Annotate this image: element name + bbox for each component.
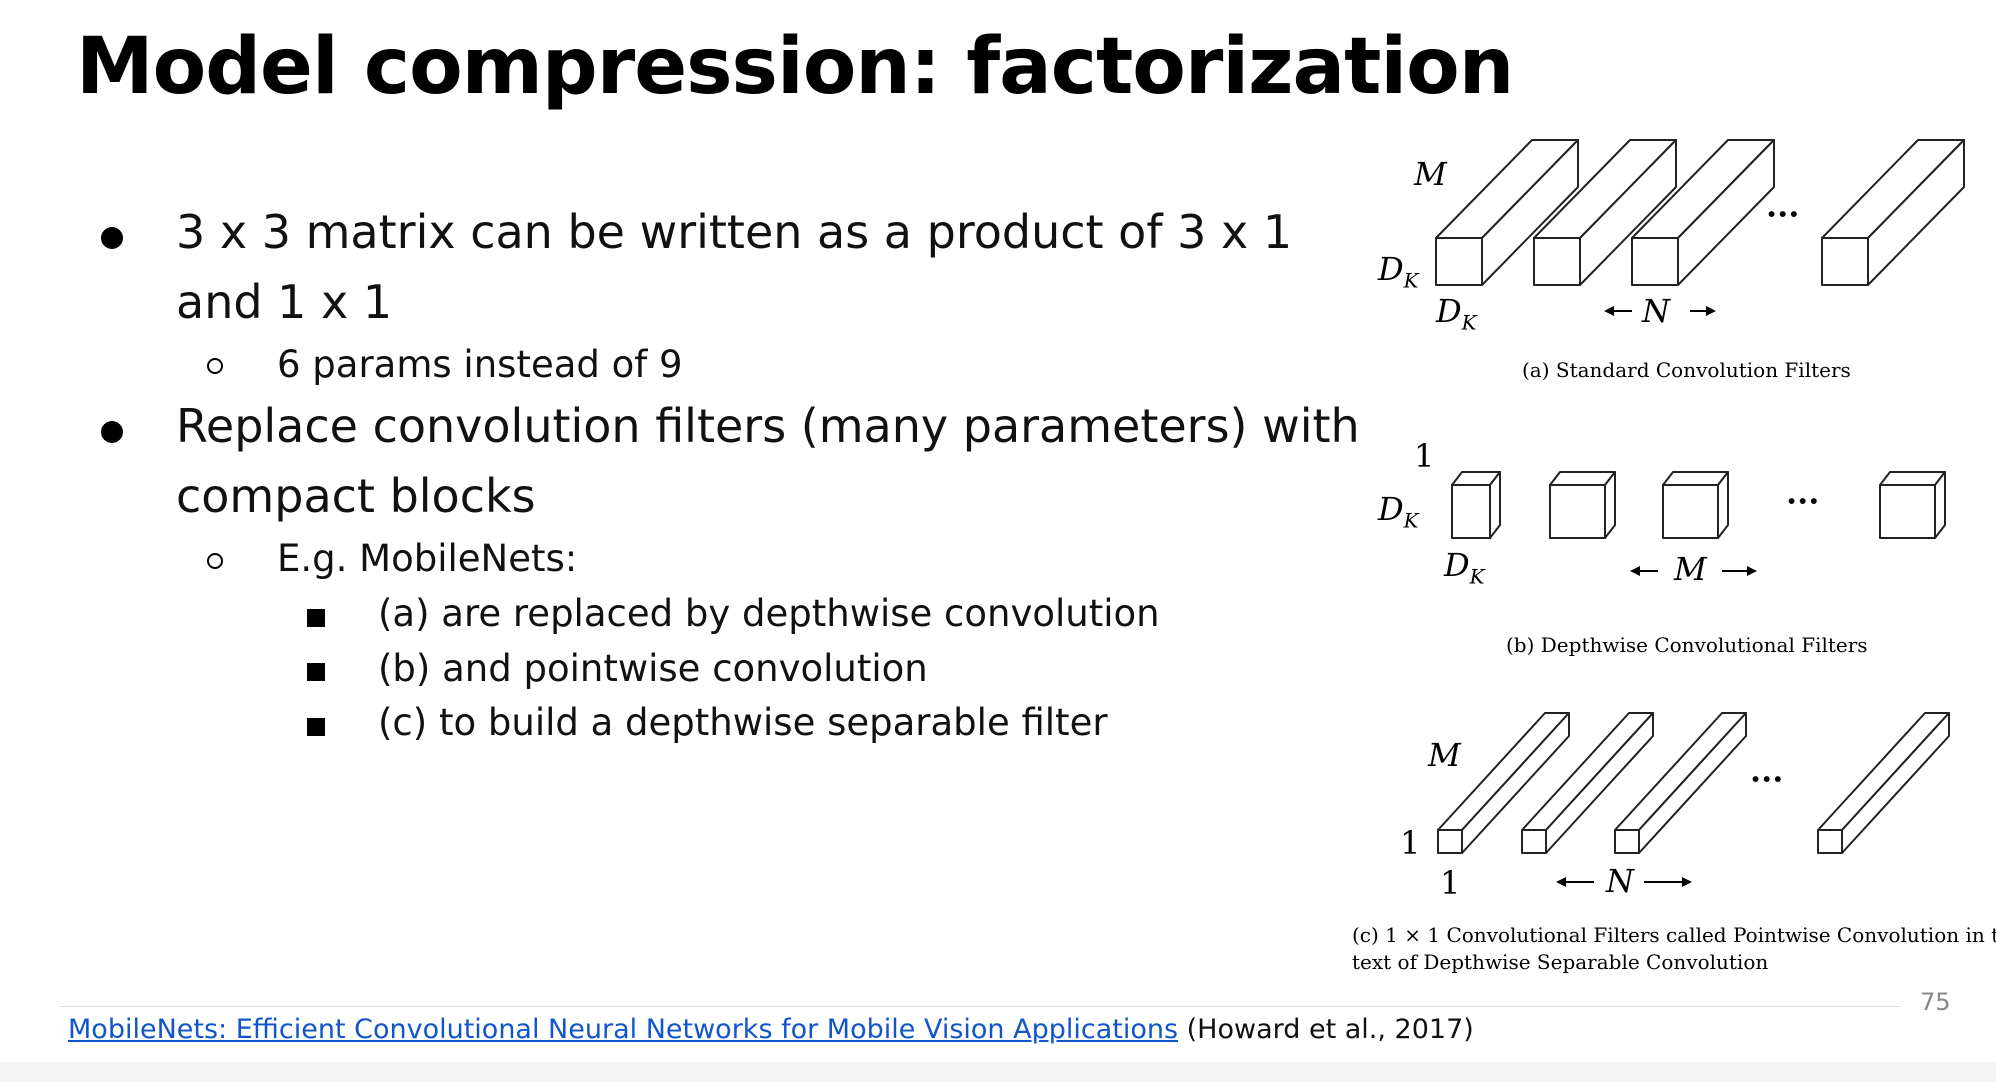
depthwise-filter-cube-m xyxy=(1879,471,1946,539)
label-b-dk-bottom: DK xyxy=(1444,546,1485,589)
depthwise-filter-cube-2 xyxy=(1549,471,1616,539)
footer-citation: MobileNets: Efficient Convolutional Neur… xyxy=(68,1014,1474,1045)
sub-bullet-ring-icon xyxy=(207,358,223,374)
standard-filter-box-n xyxy=(1821,139,1965,286)
caption-a: (a) Standard Convolution Filters xyxy=(1522,358,1851,382)
depthwise-filter-cube-3 xyxy=(1662,471,1729,539)
ellipsis-c: ··· xyxy=(1750,760,1784,798)
paper-link[interactable]: MobileNets: Efficient Convolutional Neur… xyxy=(68,1014,1178,1045)
label-c-m: M xyxy=(1428,736,1461,774)
caption-c-line-2: text of Depthwise Separable Convolution xyxy=(1352,950,1769,974)
ellipsis-b: ··· xyxy=(1786,482,1820,520)
bullet-2-item-b: (b) and pointwise convolution xyxy=(378,647,928,690)
label-b-dk-side: DK xyxy=(1378,490,1419,533)
bullet-2-item-a: (a) are replaced by depthwise convolutio… xyxy=(378,592,1160,635)
label-b-m: M xyxy=(1674,550,1707,588)
label-c-n: N xyxy=(1606,862,1634,900)
label-b-1: 1 xyxy=(1414,437,1435,475)
label-c-1-bottom: 1 xyxy=(1440,864,1461,902)
label-a-m: M xyxy=(1414,155,1447,193)
sub-sub-bullet-square-icon xyxy=(307,663,325,681)
bullet-dot-icon xyxy=(101,421,123,443)
ellipsis-a: ··· xyxy=(1766,195,1800,233)
bullet-1-sub: 6 params instead of 9 xyxy=(277,343,683,386)
bullet-2-line-1: Replace convolution filters (many parame… xyxy=(176,399,1360,453)
citation-text: (Howard et al., 2017) xyxy=(1178,1014,1474,1045)
label-a-n: N xyxy=(1642,292,1670,330)
footer-divider xyxy=(60,1006,1900,1007)
bullet-1-line-1: 3 x 3 matrix can be written as a product… xyxy=(176,205,1293,259)
caption-b: (b) Depthwise Convolutional Filters xyxy=(1506,633,1868,657)
label-a-dk-side: DK xyxy=(1378,250,1419,293)
bullet-2-sub: E.g. MobileNets: xyxy=(277,537,578,580)
bottom-strip xyxy=(0,1062,1996,1082)
depthwise-filter-cube-1 xyxy=(1451,471,1501,539)
bullet-dot-icon xyxy=(101,227,123,249)
bullet-1-line-2: and 1 x 1 xyxy=(176,275,393,329)
sub-sub-bullet-square-icon xyxy=(307,609,325,627)
bullet-2-item-c: (c) to build a depthwise separable filte… xyxy=(378,701,1108,744)
bullet-2-line-2: compact blocks xyxy=(176,469,536,523)
slide-title: Model compression: factorization xyxy=(76,22,1514,112)
label-c-1-side: 1 xyxy=(1400,824,1421,862)
pointwise-filter-box-n xyxy=(1817,712,1950,854)
caption-c-line-1: (c) 1 × 1 Convolutional Filters called P… xyxy=(1352,923,1996,947)
slide: Model compression: factorization 3 x 3 m… xyxy=(0,0,1996,1082)
label-a-dk-bottom: DK xyxy=(1436,292,1477,335)
sub-bullet-ring-icon xyxy=(207,553,223,569)
sub-sub-bullet-square-icon xyxy=(307,718,325,736)
page-number: 75 xyxy=(1920,988,1951,1016)
